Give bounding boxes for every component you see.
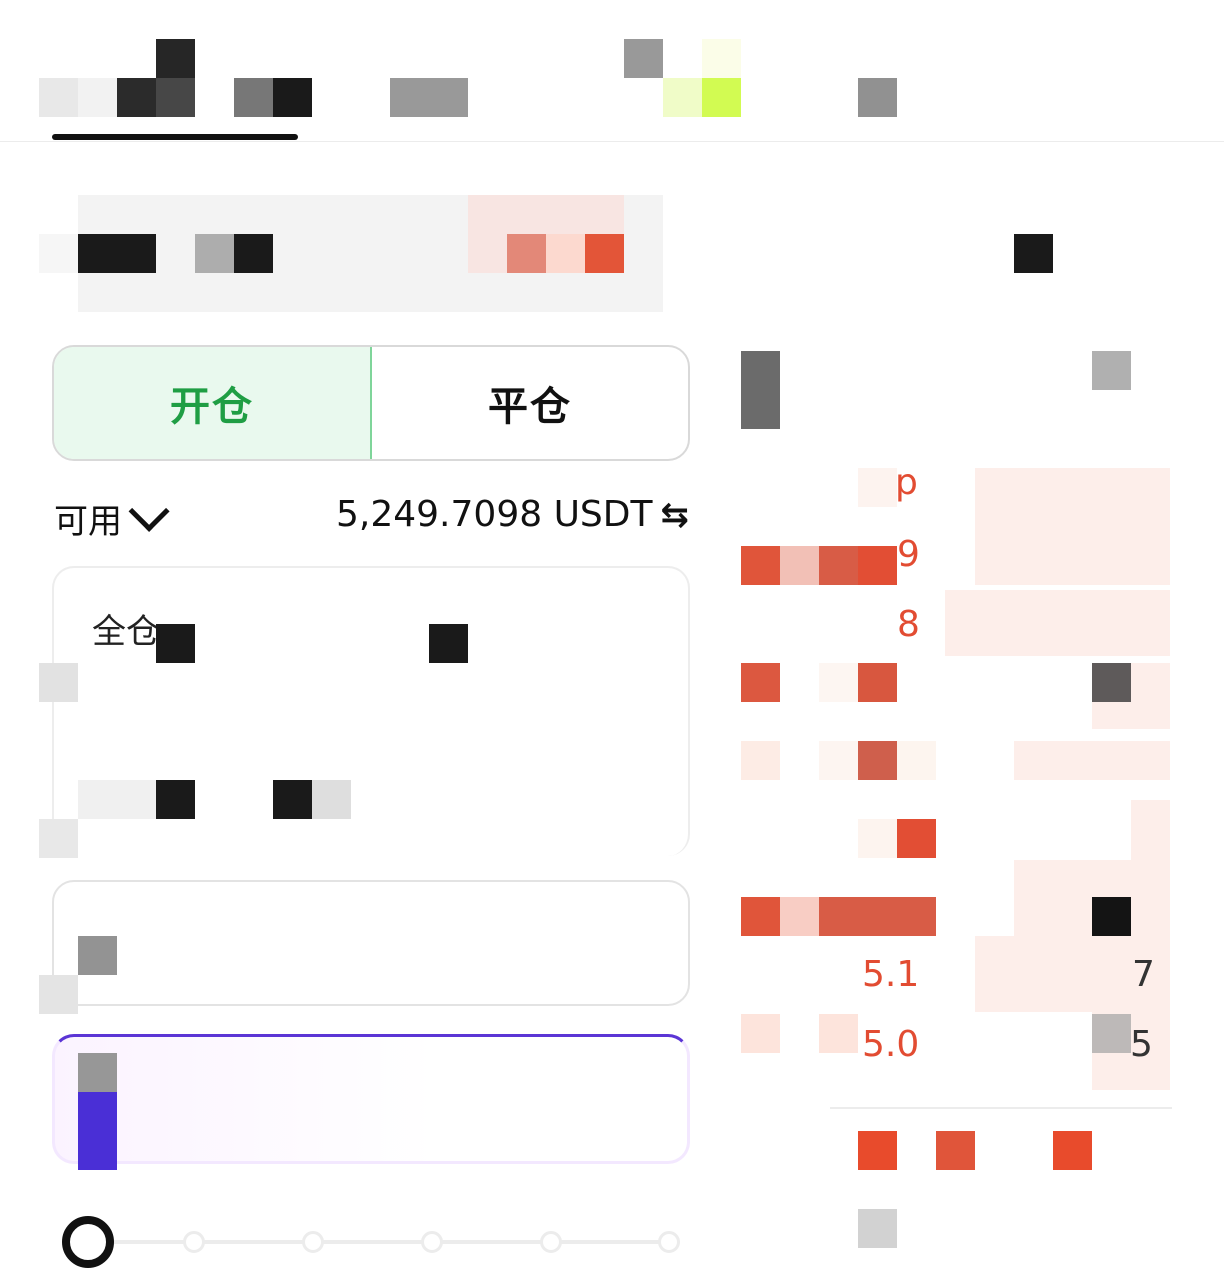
nav-tab-mosaic[interactable] <box>273 78 312 117</box>
amount-input-card[interactable] <box>52 1034 690 1164</box>
form-mosaic <box>78 1053 117 1092</box>
amount-slider-thumb[interactable] <box>62 1216 114 1268</box>
order-book-mosaic <box>780 897 819 936</box>
ask-price[interactable]: 8 <box>897 604 920 645</box>
slider-stop[interactable] <box>658 1231 680 1253</box>
nav-tab-mosaic[interactable] <box>234 78 273 117</box>
order-book-mosaic <box>741 741 780 780</box>
margin-mode-label: 全仓 <box>92 612 160 652</box>
last-price-mosaic[interactable] <box>936 1131 975 1170</box>
symbol-mosaic <box>78 234 156 273</box>
price-input-card[interactable] <box>52 880 690 1006</box>
order-book-header-mosaic <box>1092 351 1131 390</box>
change-mosaic <box>546 234 585 273</box>
order-book-mosaic <box>897 819 936 858</box>
order-book-mosaic <box>819 897 936 936</box>
nav-tab-mosaic[interactable] <box>390 78 429 117</box>
symbol-mosaic <box>195 234 234 273</box>
order-book-mosaic <box>858 819 897 858</box>
order-book-mosaic <box>741 1014 780 1053</box>
available-balance-value: 5,249.7098 USDT <box>336 494 653 535</box>
order-book-mosaic <box>741 546 780 585</box>
form-mosaic <box>156 780 195 819</box>
form-mosaic <box>78 780 156 819</box>
ask-price[interactable]: 9 <box>897 534 920 575</box>
open-position-tab[interactable]: 开仓 <box>54 347 372 459</box>
trade-mode-toggle: 开仓 平仓 <box>52 345 690 461</box>
slider-stop[interactable] <box>183 1231 205 1253</box>
order-book-mosaic <box>858 741 897 780</box>
order-book-mosaic <box>741 897 780 936</box>
nav-tab-mosaic[interactable] <box>624 39 663 78</box>
nav-tab-mosaic[interactable] <box>39 78 78 117</box>
chevron-down-icon <box>128 490 170 532</box>
order-book-mosaic <box>819 1014 858 1053</box>
nav-tab-mosaic[interactable] <box>156 78 195 117</box>
mark-price-mosaic <box>858 1209 897 1248</box>
form-mosaic <box>273 780 312 819</box>
slider-stop[interactable] <box>421 1231 443 1253</box>
available-selector[interactable]: 可用 <box>54 490 170 543</box>
nav-tab-mosaic[interactable] <box>117 78 156 117</box>
form-mosaic <box>78 936 117 975</box>
order-book-mosaic <box>741 663 780 702</box>
order-book-mosaic <box>819 741 858 780</box>
symbol-mosaic <box>39 234 78 273</box>
form-mosaic <box>78 1092 117 1170</box>
nav-tab-mosaic[interactable] <box>429 78 468 117</box>
nav-tab-mosaic[interactable] <box>78 78 117 117</box>
depth-bar <box>945 590 1170 656</box>
form-mosaic <box>156 624 195 663</box>
last-price-mosaic[interactable] <box>858 1131 897 1170</box>
form-mosaic <box>39 975 78 1014</box>
swap-icon[interactable]: ⇆ <box>660 495 689 535</box>
order-book-mosaic <box>780 546 819 585</box>
change-mosaic <box>507 234 546 273</box>
order-book-mosaic <box>858 663 897 702</box>
order-book-mosaic <box>897 741 936 780</box>
ask-price[interactable]: 5.1 <box>862 954 919 995</box>
form-mosaic <box>39 819 78 858</box>
order-book-mosaic <box>1092 1014 1131 1053</box>
form-mosaic <box>39 663 78 702</box>
order-book-mosaic <box>858 468 897 507</box>
ask-price[interactable]: p <box>895 462 918 503</box>
symbol-mosaic <box>234 234 273 273</box>
order-book-mosaic <box>1092 663 1131 702</box>
ask-price[interactable]: 5.0 <box>862 1024 919 1065</box>
nav-tab-mosaic[interactable] <box>858 78 897 117</box>
depth-bar <box>975 468 1170 585</box>
ask-qty: 5 <box>1130 1024 1153 1065</box>
nav-divider <box>0 141 1224 142</box>
nav-tab-mosaic[interactable] <box>156 39 195 78</box>
order-book-mosaic <box>1092 897 1131 936</box>
change-mosaic <box>585 234 624 273</box>
available-label: 可用 <box>54 502 122 542</box>
menu-icon[interactable] <box>1014 234 1053 273</box>
available-balance: 5,249.7098 USDT ⇆ <box>336 494 689 535</box>
form-mosaic <box>429 624 468 663</box>
order-book-mosaic <box>858 546 897 585</box>
slider-stop[interactable] <box>540 1231 562 1253</box>
ask-qty: 7 <box>1132 954 1155 995</box>
order-book-header-mosaic <box>741 351 780 429</box>
order-book-mosaic <box>819 663 858 702</box>
depth-bar <box>1014 741 1170 780</box>
order-book-divider <box>830 1107 1172 1109</box>
last-price-mosaic[interactable] <box>1053 1131 1092 1170</box>
form-mosaic <box>312 780 351 819</box>
nav-tab-mosaic[interactable] <box>702 78 741 117</box>
depth-bar <box>1131 800 1170 860</box>
amount-slider-track[interactable] <box>88 1240 670 1244</box>
order-book-mosaic <box>819 546 858 585</box>
slider-stop[interactable] <box>302 1231 324 1253</box>
active-tab-indicator <box>52 134 298 140</box>
nav-tab-mosaic[interactable] <box>663 78 702 117</box>
nav-tab-mosaic[interactable] <box>702 39 741 78</box>
close-position-tab[interactable]: 平仓 <box>372 347 688 459</box>
